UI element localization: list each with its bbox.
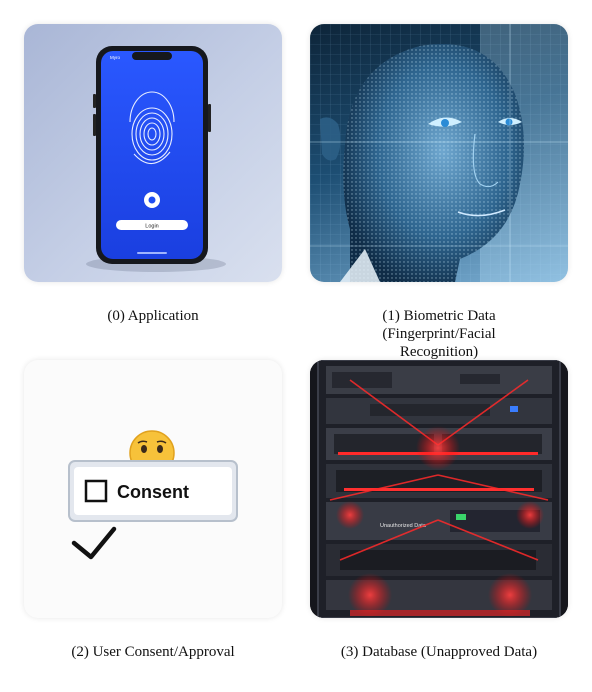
face-scan-illustration [310, 24, 568, 282]
status-carrier: Myro [110, 55, 120, 60]
consent-panel: Consent [24, 360, 282, 618]
caption-biometric: (1) Biometric Data (Fingerprint/Facial R… [310, 307, 568, 361]
server-unit [326, 366, 552, 394]
database-panel: Unauthorized Data [310, 360, 568, 618]
server-unit [326, 544, 552, 576]
login-button-label: Login [145, 224, 158, 230]
caption-consent: (2) User Consent/Approval [71, 644, 235, 660]
server-unit [326, 398, 552, 424]
caption-line: Recognition) [399, 344, 479, 360]
consent-label: Consent [117, 482, 189, 502]
caption-line: (Fingerprint/Facial [382, 326, 496, 342]
application-panel: Myro Login [24, 24, 282, 282]
caption-database: (3) Database (Unapproved Data) [340, 644, 538, 660]
consent-illustration: Consent [68, 430, 238, 560]
checkmark-icon [71, 526, 117, 560]
server-rack-illustration: Unauthorized Data [310, 360, 568, 618]
caption-application: (0) Application [107, 308, 199, 324]
caption-line: (1) Biometric Data [382, 308, 496, 324]
biometric-panel [310, 24, 568, 282]
consent-checkbox[interactable] [84, 479, 108, 503]
phone-illustration: Myro Login [86, 46, 226, 272]
